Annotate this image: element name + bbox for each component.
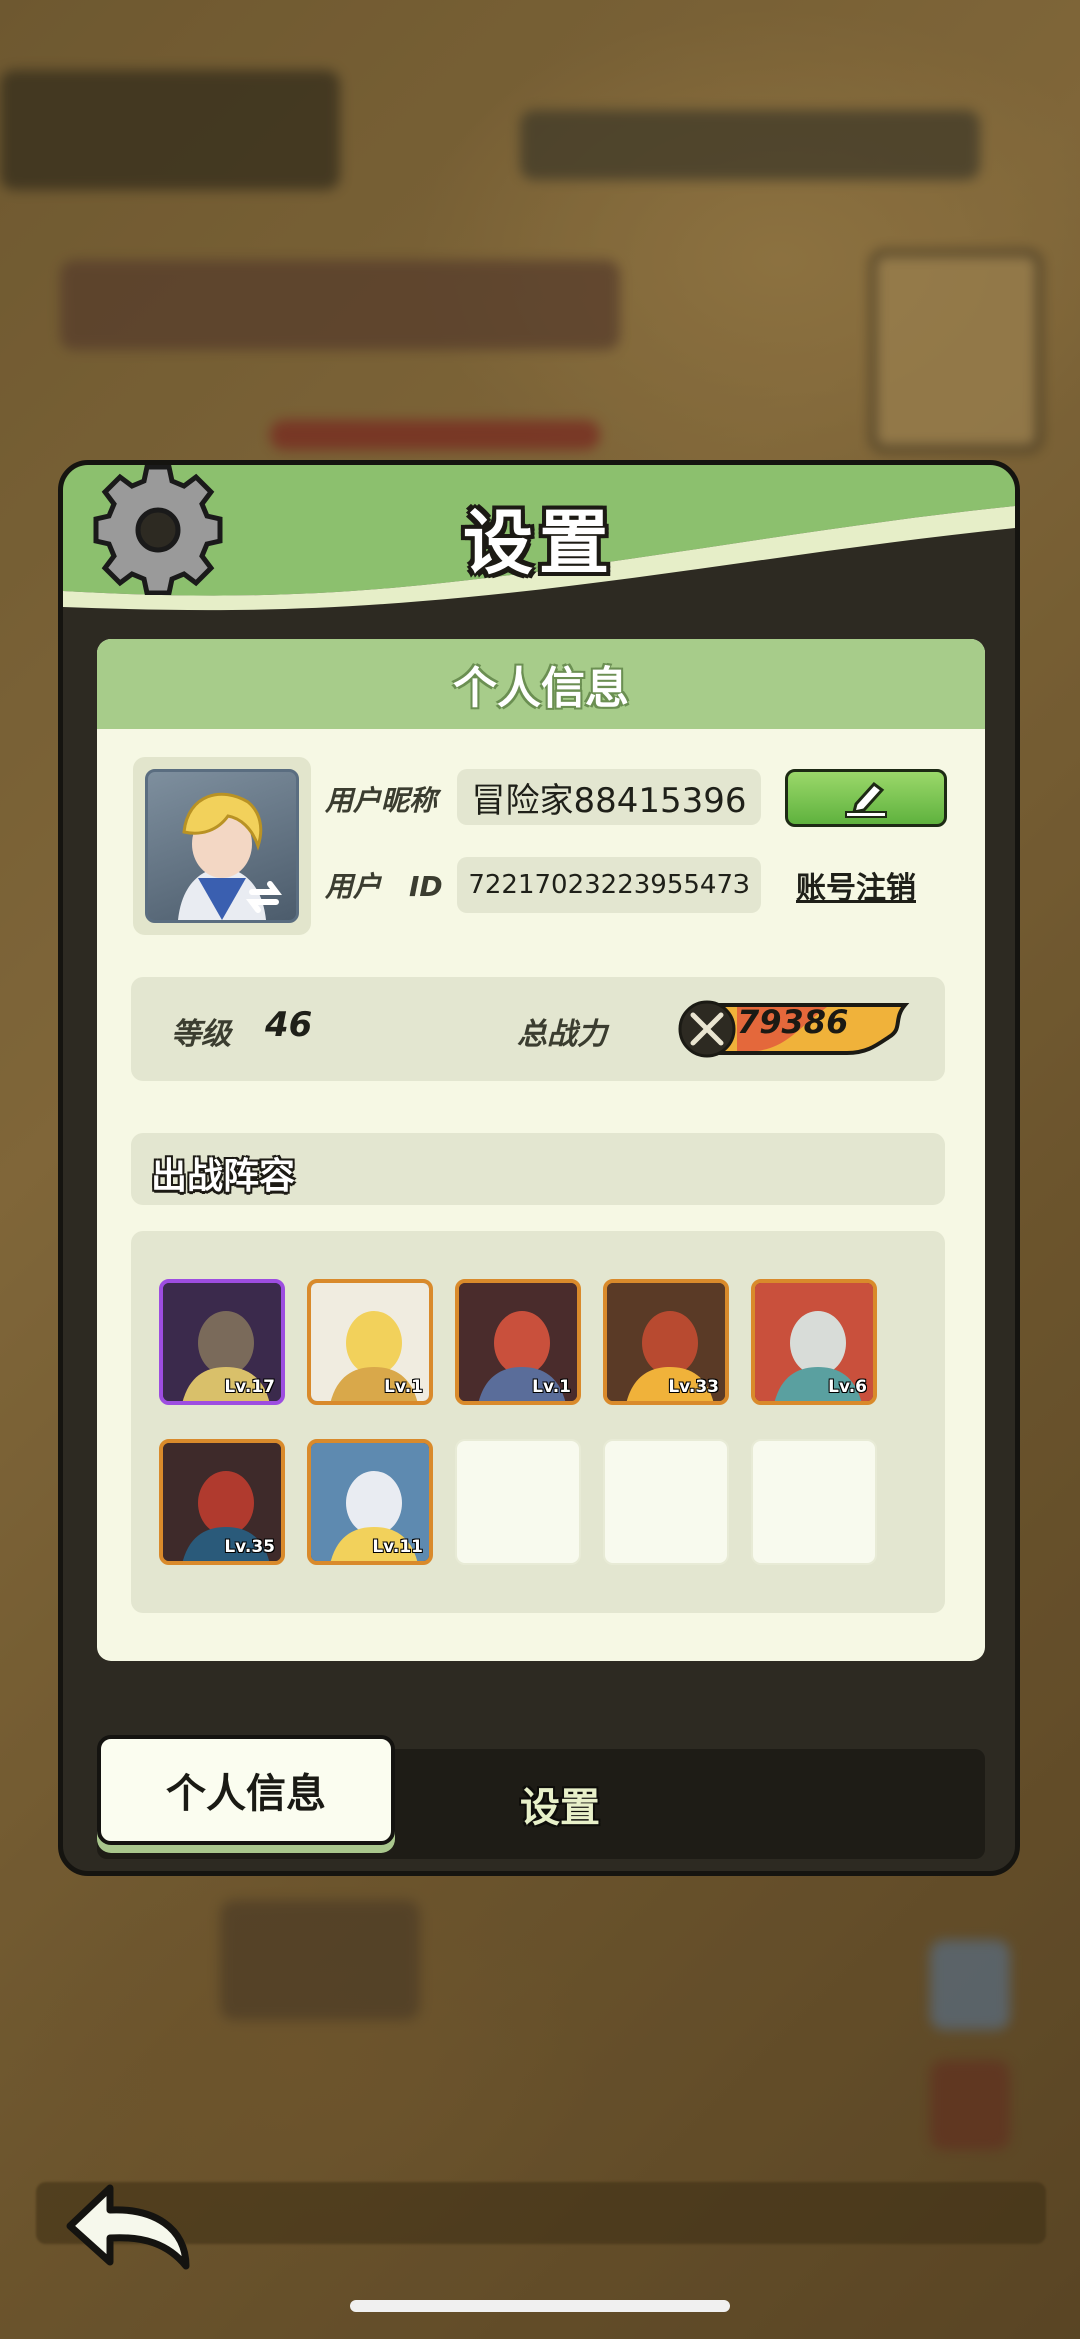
team-title: 出战阵容 — [151, 1156, 296, 1197]
hero-level: Lv.33 — [668, 1377, 719, 1397]
power-value: 79386 — [737, 1003, 849, 1041]
empty-hero-slot[interactable] — [751, 1439, 877, 1565]
panel-header: 设置 — [63, 465, 1015, 615]
tab-bar: 个人信息 设置 — [97, 1735, 985, 1859]
settings-panel: 设置 个人信息 用户昵称 冒险家88415396 用户 ID 722170232… — [58, 460, 1020, 1876]
level-label: 等级 — [171, 1017, 231, 1052]
back-button[interactable] — [58, 2178, 198, 2278]
hero-slot[interactable]: Lv.11 — [307, 1439, 433, 1565]
panel-title: 设置 — [463, 502, 615, 584]
hero-slot[interactable]: Lv.1 — [455, 1279, 581, 1405]
nickname-value: 冒险家88415396 — [471, 780, 747, 821]
hero-level: Lv.1 — [532, 1377, 571, 1397]
user-id-label: 用户 ID — [325, 870, 443, 903]
profile-content: 个人信息 用户昵称 冒险家88415396 用户 ID 722170232239… — [97, 639, 985, 1661]
empty-hero-slot[interactable] — [603, 1439, 729, 1565]
power-label: 总战力 — [517, 1017, 607, 1052]
nickname-label: 用户昵称 — [325, 784, 438, 817]
hero-slot[interactable]: Lv.1 — [307, 1279, 433, 1405]
hero-level: Lv.17 — [224, 1377, 275, 1397]
back-arrow-icon — [66, 2184, 190, 2270]
hero-slot[interactable]: Lv.35 — [159, 1439, 285, 1565]
avatar-frame[interactable] — [133, 757, 311, 935]
account-cancel-link[interactable]: 账号注销 — [785, 863, 927, 907]
hero-slot[interactable]: Lv.6 — [751, 1279, 877, 1405]
hero-slot[interactable]: Lv.17 — [159, 1279, 285, 1405]
hero-level: Lv.1 — [384, 1377, 423, 1397]
edit-pencil-icon — [845, 781, 887, 818]
empty-hero-slot[interactable] — [455, 1439, 581, 1565]
tab-settings[interactable]: 设置 — [395, 1749, 725, 1859]
user-id-field: 7221702322395547З — [457, 857, 761, 913]
team-grid: Lv.17 Lv.1 Lv.1 Lv.33 Lv.6 Lv.35 Lv.11 — [131, 1231, 945, 1613]
section-title: 个人信息 — [97, 639, 985, 729]
hero-level: Lv.11 — [372, 1537, 423, 1557]
edit-nickname-button[interactable] — [785, 769, 947, 827]
nickname-field: 冒险家88415396 — [457, 769, 761, 825]
hero-level: Lv.35 — [224, 1537, 275, 1557]
user-id-value: 7221702322395547З — [468, 870, 750, 900]
avatar[interactable] — [145, 769, 299, 923]
tab-profile[interactable]: 个人信息 — [97, 1735, 395, 1845]
hero-level: Lv.6 — [828, 1377, 867, 1397]
home-indicator — [350, 2300, 730, 2312]
level-value: 46 — [265, 1005, 313, 1045]
hero-slot[interactable]: Lv.33 — [603, 1279, 729, 1405]
